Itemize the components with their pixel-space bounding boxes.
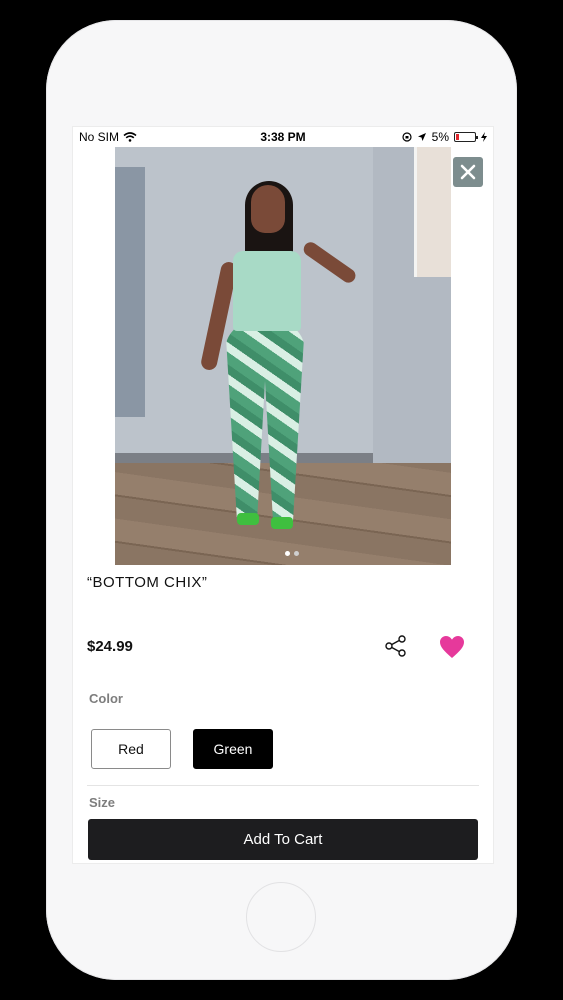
battery-icon [454,132,478,142]
wall-frame [115,167,145,417]
app-screen: No SIM 3:38 PM 5% “BOTTOM CHIX” $24.99 C… [72,126,494,864]
add-to-cart-button[interactable]: Add To Cart [88,819,478,860]
pager-dot-active[interactable] [285,551,290,556]
product-price: $24.99 [87,638,133,655]
bolt-icon [481,132,487,142]
leggings [225,321,305,521]
home-button[interactable] [246,882,316,952]
product-image[interactable] [115,147,451,565]
color-option-red[interactable]: Red [91,729,171,769]
status-bar: No SIM 3:38 PM 5% [73,127,493,147]
product-title: “BOTTOM CHIX” [87,574,208,591]
image-pager[interactable] [285,551,299,556]
close-button[interactable] [453,157,483,187]
phone-frame: No SIM 3:38 PM 5% “BOTTOM CHIX” $24.99 C… [46,20,517,980]
orientation-lock-icon [402,132,412,142]
heart-icon[interactable] [439,635,465,659]
color-option-green[interactable]: Green [193,729,273,769]
location-arrow-icon [417,133,426,141]
divider [87,785,479,786]
size-label: Size [89,795,116,810]
share-icon[interactable] [385,635,407,657]
wall-art [414,147,451,277]
close-icon [460,164,476,180]
pager-dot[interactable] [294,551,299,556]
tube-top [233,251,301,331]
battery-percent: 5% [431,130,449,144]
color-label: Color [89,691,123,706]
status-right: 5% [402,130,487,144]
model-figure [199,181,359,531]
